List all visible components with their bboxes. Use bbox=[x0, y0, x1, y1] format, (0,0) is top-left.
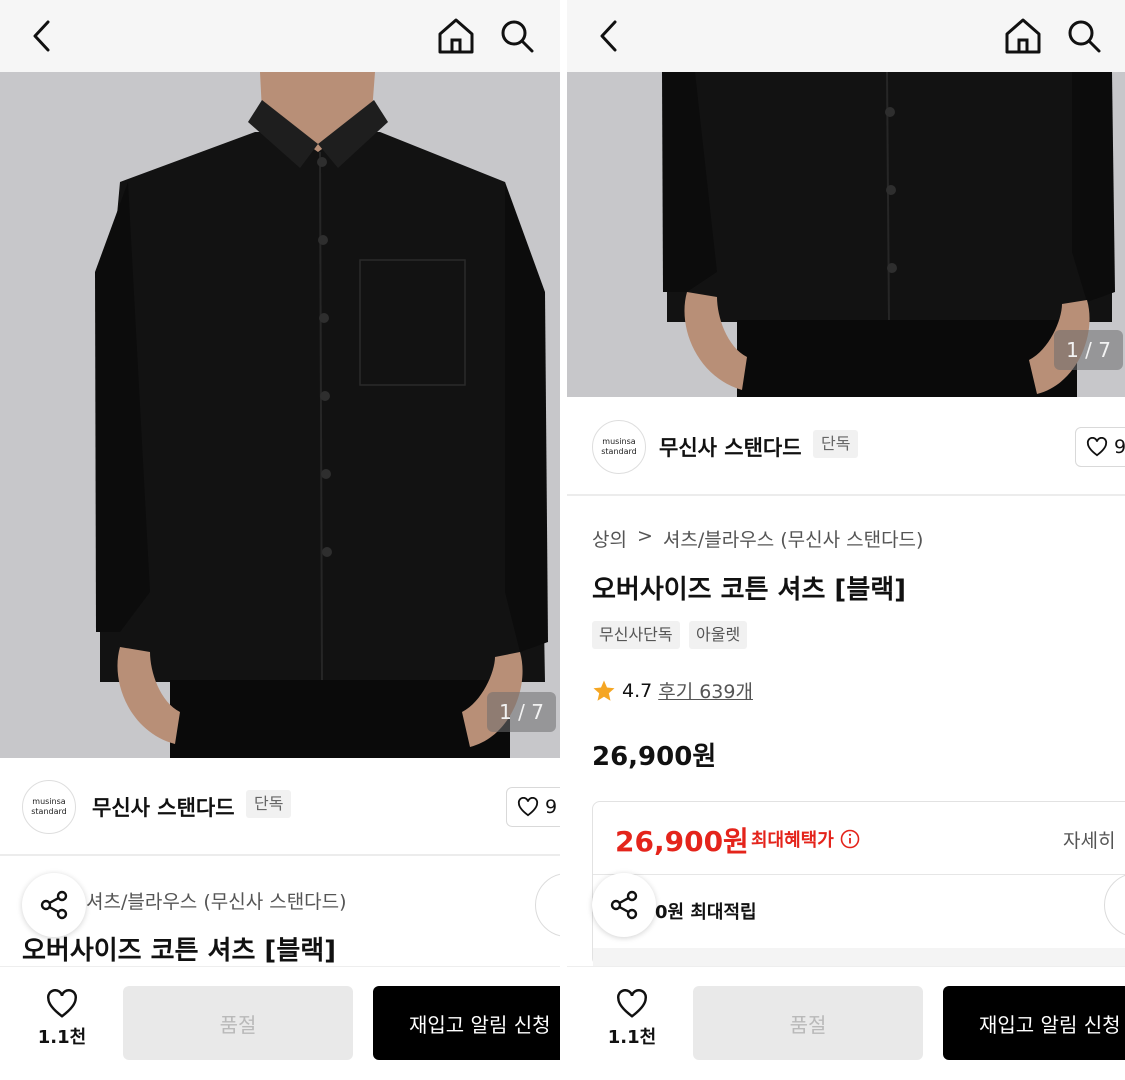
image-counter: 1 / 7 bbox=[1054, 330, 1123, 370]
rating-value: 4.7 bbox=[622, 679, 653, 702]
benefit-footer-band bbox=[593, 948, 1125, 966]
max-benefit-label-text: 최대혜택가 bbox=[751, 830, 834, 851]
share-icon bbox=[40, 890, 68, 920]
brand-logo-text-1: musinsa bbox=[602, 437, 636, 446]
share-button[interactable] bbox=[22, 873, 86, 937]
brand-row[interactable]: musinsa standard 무신사 스탠다드 단독 9 bbox=[0, 758, 560, 856]
exclusive-badge: 단독 bbox=[246, 790, 292, 818]
restock-alert-button[interactable]: 재입고 알림 신청 bbox=[943, 986, 1125, 1060]
tag-outlet: 아울렛 bbox=[689, 621, 748, 649]
brand-like-count: 9 bbox=[545, 796, 558, 818]
product-title: 오버사이즈 코튼 셔츠 [블랙] bbox=[592, 575, 907, 605]
share-icon bbox=[610, 890, 638, 920]
screen-divider bbox=[560, 0, 567, 1080]
search-button[interactable] bbox=[489, 8, 545, 64]
tag-exclusive: 무신사단독 bbox=[592, 621, 680, 649]
home-icon bbox=[1005, 18, 1041, 54]
home-button[interactable] bbox=[995, 8, 1051, 64]
max-benefit-price: 26,900원 bbox=[615, 825, 749, 858]
rating-row[interactable]: 4.7 후기 639개 bbox=[592, 677, 753, 704]
brand-row[interactable]: musinsa standard 무신사 스탠다드 단독 9 bbox=[567, 398, 1125, 496]
top-app-bar bbox=[0, 0, 560, 72]
benefit-separator bbox=[593, 874, 1125, 875]
bottom-action-bar: 1.1천 품절 재입고 알림 신청 bbox=[567, 966, 1125, 1080]
product-image[interactable]: 1 / 7 bbox=[567, 72, 1125, 397]
chevron-right-icon: > bbox=[636, 525, 653, 547]
category-sub[interactable]: 셔츠/블라우스 (무신사 스탠다드) bbox=[663, 525, 924, 552]
image-counter: 1 / 7 bbox=[487, 692, 556, 732]
soldout-button[interactable]: 품절 bbox=[123, 986, 353, 1060]
max-benefit-box: 26,900원 최대혜택가 자세히 0원 최대적립 bbox=[592, 801, 1125, 966]
top-app-bar bbox=[567, 0, 1125, 72]
heart-icon bbox=[617, 989, 647, 1018]
wish-button[interactable]: 1.1천 bbox=[592, 989, 672, 1049]
max-points-text: 0원 최대적립 bbox=[655, 902, 757, 923]
bottom-action-bar: 1.1천 품절 재입고 알림 신청 bbox=[0, 966, 560, 1080]
heart-icon bbox=[517, 797, 539, 817]
category-breadcrumb[interactable]: 셔츠/블라우스 (무신사 스탠다드) bbox=[86, 887, 347, 914]
brand-logo-text-1: musinsa bbox=[32, 797, 66, 806]
brand-logo[interactable]: musinsa standard bbox=[592, 420, 646, 474]
search-icon bbox=[501, 20, 534, 53]
brand-like-count: 9 bbox=[1114, 436, 1125, 458]
brand-like-button[interactable]: 9 bbox=[506, 787, 560, 827]
product-price: 26,900원 bbox=[592, 742, 717, 772]
share-button[interactable] bbox=[592, 873, 656, 937]
category-breadcrumb: 상의 > 셔츠/블라우스 (무신사 스탠다드) bbox=[592, 525, 923, 552]
product-image[interactable]: 1 / 7 bbox=[0, 72, 560, 758]
screen-right: 1 / 7 musinsa standard 무신사 스탠다드 단독 9 상의 … bbox=[567, 0, 1125, 1080]
back-icon bbox=[600, 20, 617, 52]
back-icon bbox=[33, 20, 50, 52]
restock-alert-button[interactable]: 재입고 알림 신청 bbox=[373, 986, 560, 1060]
benefit-detail-link[interactable]: 자세히 bbox=[1063, 826, 1115, 853]
brand-logo[interactable]: musinsa standard bbox=[22, 780, 76, 834]
search-icon bbox=[1068, 20, 1101, 53]
max-benefit-label[interactable]: 최대혜택가 bbox=[751, 826, 860, 852]
brand-name[interactable]: 무신사 스탠다드 bbox=[659, 432, 802, 462]
back-button[interactable] bbox=[581, 8, 637, 64]
product-title: 오버사이즈 코튼 셔츠 [블랙] bbox=[22, 936, 337, 966]
wish-count: 1.1천 bbox=[607, 1027, 657, 1048]
brand-name[interactable]: 무신사 스탠다드 bbox=[92, 792, 235, 822]
back-button[interactable] bbox=[14, 8, 70, 64]
wish-count: 1.1천 bbox=[37, 1027, 87, 1048]
category-root[interactable]: 상의 bbox=[592, 525, 627, 552]
home-button[interactable] bbox=[428, 8, 484, 64]
review-count-link[interactable]: 후기 639개 bbox=[658, 677, 753, 704]
wish-button[interactable]: 1.1천 bbox=[22, 989, 102, 1049]
heart-icon bbox=[1086, 437, 1108, 457]
star-icon bbox=[593, 680, 615, 701]
brand-logo-text-2: standard bbox=[31, 807, 67, 816]
brand-logo-text-2: standard bbox=[601, 447, 637, 456]
scroll-top-button[interactable] bbox=[535, 873, 560, 937]
brand-like-button[interactable]: 9 bbox=[1075, 427, 1125, 467]
soldout-button[interactable]: 품절 bbox=[693, 986, 923, 1060]
info-icon bbox=[840, 829, 860, 849]
heart-icon bbox=[47, 989, 77, 1018]
screen-left: 1 / 7 musinsa standard 무신사 스탠다드 단독 9 셔츠/… bbox=[0, 0, 560, 1080]
search-button[interactable] bbox=[1056, 8, 1112, 64]
home-icon bbox=[438, 18, 474, 54]
exclusive-badge: 단독 bbox=[813, 430, 859, 458]
